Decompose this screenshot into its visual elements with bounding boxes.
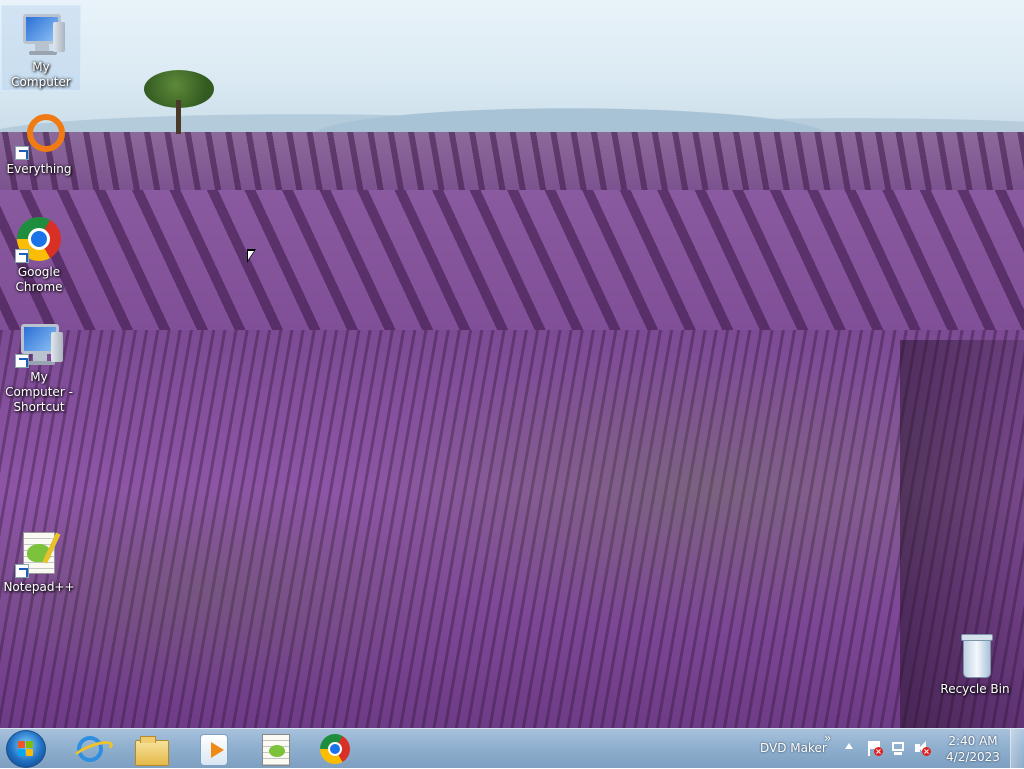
taskbar-media-player-button[interactable] — [184, 731, 240, 767]
desktop-icon-label: My Computer - Shortcut — [5, 370, 73, 414]
start-button[interactable] — [6, 730, 46, 768]
system-clock[interactable]: 2:40 AM 4/2/2023 — [940, 733, 1006, 765]
shortcut-arrow-icon — [15, 249, 29, 263]
taskbar-notepad-plus-plus-button[interactable] — [246, 731, 302, 767]
network-icon[interactable] — [890, 740, 906, 756]
wallpaper-tree — [140, 70, 216, 136]
shortcut-arrow-icon — [15, 354, 29, 368]
toolbar-overflow-chevron-icon[interactable]: » — [824, 731, 831, 745]
desktop-icon-my-computer[interactable]: My Computer — [1, 5, 81, 91]
desktop-icon-label: Google Chrome — [15, 265, 63, 294]
desktop-wallpaper — [0, 0, 1024, 728]
media-player-icon — [200, 734, 228, 766]
desktop-icon-notepad-plus-plus[interactable]: Notepad++ — [0, 526, 78, 595]
recycle-bin-icon — [951, 632, 999, 680]
desktop-icon-google-chrome[interactable]: Google Chrome — [0, 211, 78, 295]
clock-time: 2:40 AM — [948, 734, 998, 748]
mouse-cursor-icon — [247, 249, 256, 263]
desktop-icon-label: Recycle Bin — [940, 682, 1010, 696]
computer-icon — [17, 10, 65, 58]
desktop-icon-everything[interactable]: Everything — [0, 108, 78, 177]
taskbar-chrome-button[interactable] — [308, 731, 364, 767]
chrome-icon — [320, 734, 350, 764]
desktop-icon-label: My Computer — [11, 60, 71, 89]
show-hidden-icons-arrow-icon[interactable] — [845, 743, 853, 749]
notepad-plus-plus-icon — [15, 530, 63, 578]
desktop-icon-label: Notepad++ — [3, 580, 75, 594]
everything-search-icon — [15, 112, 65, 160]
folder-icon — [135, 736, 169, 766]
notepad-plus-plus-icon — [262, 734, 290, 766]
shortcut-arrow-icon — [15, 564, 29, 578]
volume-muted-icon[interactable]: × — [914, 740, 931, 756]
clock-date: 4/2/2023 — [946, 750, 1000, 764]
shortcut-arrow-icon — [15, 146, 29, 160]
windows-logo-icon — [18, 741, 34, 757]
taskbar-explorer-button[interactable] — [123, 731, 179, 767]
taskbar-internet-explorer-button[interactable] — [62, 731, 118, 767]
desktop-icon-label: Everything — [6, 162, 72, 176]
chrome-icon — [15, 215, 63, 263]
wallpaper-lavender-foreground — [0, 330, 1024, 728]
desktop-icon-recycle-bin[interactable]: Recycle Bin — [936, 628, 1014, 697]
computer-icon — [15, 320, 63, 368]
desktop-icon-my-computer-shortcut[interactable]: My Computer - Shortcut — [0, 316, 78, 415]
action-center-flag-icon[interactable]: × — [866, 740, 883, 756]
taskbar: DVD Maker » × × 2:40 AM 4/2/2023 — [0, 728, 1024, 769]
show-desktop-button[interactable] — [1010, 729, 1024, 769]
internet-explorer-icon — [77, 736, 103, 762]
dvd-maker-toolbar[interactable]: DVD Maker — [760, 741, 827, 755]
